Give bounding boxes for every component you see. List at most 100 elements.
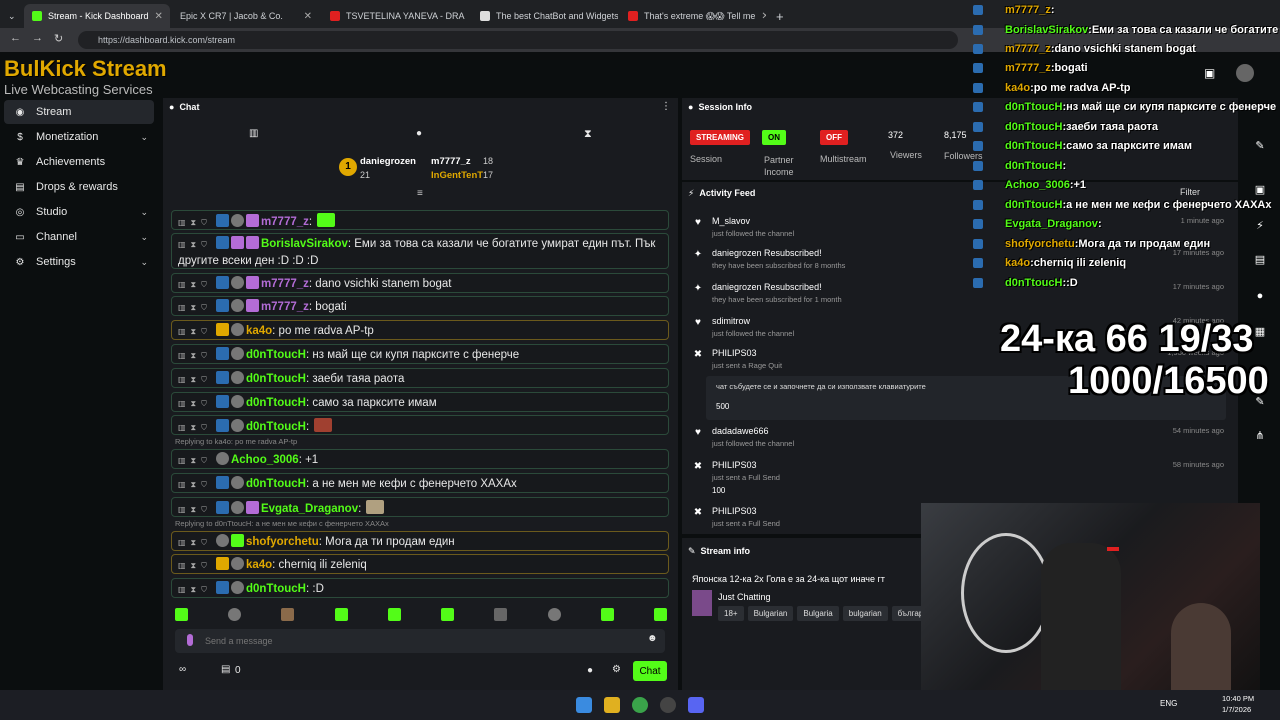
chat-username[interactable]: BorislavSirakov [261, 238, 348, 250]
tag[interactable]: Bulgaria [797, 606, 839, 621]
clock-date[interactable]: 1/7/2026 [1222, 705, 1251, 714]
chat-username[interactable]: Achoo_3006 [231, 454, 299, 466]
tab-tsvetelina[interactable]: TSVETELINA YANEVA - DRA✕ [322, 4, 470, 28]
new-tab-button[interactable]: + [768, 4, 788, 28]
infinity-icon[interactable]: ∞ [179, 664, 186, 675]
chat-message[interactable]: ▥⧗⛉ d0nTtoucH: само за парксите имам [171, 392, 669, 412]
mod-action-icons[interactable]: ▥⧗⛉ [178, 452, 212, 469]
chat-username[interactable]: m7777_z [261, 216, 309, 228]
chat-username[interactable]: d0nTtoucH [246, 373, 306, 385]
chat-username[interactable]: ka4o [246, 559, 272, 571]
emote-icon[interactable] [653, 608, 667, 621]
tab-youtube[interactable]: That's extreme 😱😱 Tell me ✕ [620, 4, 766, 28]
sidebar-item-drops[interactable]: ▤ Drops & rewards [4, 175, 154, 199]
collapse-icon[interactable]: ≡ [417, 188, 423, 199]
language-indicator[interactable]: ENG [1160, 699, 1177, 708]
chat-username[interactable]: m7777_z [261, 301, 309, 313]
mod-action-icons[interactable]: ▥⧗⛉ [178, 581, 212, 598]
emote-icon[interactable] [441, 608, 455, 621]
close-icon[interactable]: ✕ [465, 11, 470, 22]
emote-icon[interactable] [547, 608, 561, 621]
chat-username[interactable]: d0nTtoucH [246, 349, 306, 361]
tab-chatbot[interactable]: The best ChatBot and Widgets✕ [472, 4, 618, 28]
mod-action-icons[interactable]: ▥⧗⛉ [178, 236, 212, 253]
tag[interactable]: българ [891, 606, 922, 621]
emote-icon[interactable] [334, 608, 348, 621]
chat-message[interactable]: ▥⧗⛉ Evgata_Draganov: [171, 497, 669, 517]
tab-epic[interactable]: Epic X CR7 | Jacob & Co. ✕ [172, 4, 320, 28]
mod-action-icons[interactable]: ▥⧗⛉ [178, 419, 212, 436]
gift-icon[interactable]: ▤ [221, 664, 230, 675]
emote-icon[interactable] [175, 608, 188, 621]
tag[interactable]: bulgarian [842, 606, 888, 621]
chat-username[interactable]: d0nTtoucH [246, 583, 306, 595]
chat-username[interactable]: shofyorchetu [246, 536, 319, 548]
emote-icon[interactable] [494, 608, 508, 621]
sidebar-item-stream[interactable]: ◉ Stream [4, 100, 154, 124]
tag[interactable]: Bulgarian [747, 606, 794, 621]
mod-action-icons[interactable]: ▥⧗⛉ [178, 557, 212, 574]
windows-start-icon[interactable] [576, 697, 592, 713]
chat-bubble-icon[interactable]: ● [416, 128, 422, 139]
chat-message[interactable]: ▥⧗⛉ d0nTtoucH: [171, 415, 669, 435]
chat-message[interactable]: ▥⧗⛉ shofyorchetu: Мога да ти продам един [171, 531, 669, 551]
chat-message-input[interactable] [205, 633, 625, 649]
chat-username[interactable]: Evgata_Draganov [261, 503, 358, 515]
tab-menu-button[interactable]: ⌄ [0, 4, 22, 28]
more-icon[interactable]: ⋮ [661, 101, 671, 112]
share-icon[interactable]: ⋔ [1250, 426, 1270, 446]
mod-action-icons[interactable]: ▥⧗⛉ [178, 214, 212, 231]
emote-icon[interactable] [281, 608, 295, 621]
category-name[interactable]: Just Chatting [718, 592, 771, 602]
bolt-icon[interactable]: ⚡ [1250, 216, 1270, 236]
mod-action-icons[interactable]: ▥⧗⛉ [178, 501, 212, 518]
chat-bubble-icon[interactable]: ● [587, 665, 593, 676]
url-field[interactable]: https://dashboard.kick.com/stream [78, 31, 958, 49]
chat-message[interactable]: ▥⧗⛉ ka4o: po me radva AP-tp [171, 320, 669, 340]
clock-time[interactable]: 10:40 PM [1222, 694, 1254, 703]
mod-action-icons[interactable]: ▥⧗⛉ [178, 534, 212, 551]
reload-icon[interactable]: ↻ [54, 32, 63, 45]
sidebar-item-monetization[interactable]: $ Monetization ⌄ [4, 125, 154, 149]
document-icon[interactable]: ▤ [1250, 250, 1270, 270]
forward-icon[interactable]: → [32, 32, 43, 44]
close-icon[interactable]: ✕ [755, 11, 766, 22]
sidebar-item-studio[interactable]: ◎ Studio ⌄ [4, 200, 154, 224]
back-icon[interactable]: ← [10, 32, 21, 44]
mod-action-icons[interactable]: ▥⧗⛉ [178, 323, 212, 340]
hourglass-icon[interactable]: ⧗ [584, 128, 592, 141]
sidebar-item-achievements[interactable]: ♛ Achievements [4, 150, 154, 174]
mod-action-icons[interactable]: ▥⧗⛉ [178, 476, 212, 493]
chat-message[interactable]: ▥⧗⛉ m7777_z: [171, 210, 669, 230]
avatar[interactable] [1236, 64, 1254, 82]
chat-message[interactable]: ▥⧗⛉ d0nTtoucH: заеби таяа раота [171, 368, 669, 388]
chat-username[interactable]: d0nTtoucH [246, 397, 306, 409]
chrome-icon[interactable] [632, 697, 648, 713]
sidebar-item-channel[interactable]: ▭ Channel ⌄ [4, 225, 154, 249]
send-chat-button[interactable]: Chat [633, 661, 667, 681]
tag[interactable]: 18+ [718, 606, 744, 621]
chat-message[interactable]: ▥⧗⛉ m7777_z: dano vsichki stanem bogat [171, 273, 669, 293]
mod-action-icons[interactable]: ▥⧗⛉ [178, 395, 212, 412]
emoji-icon[interactable]: ☻ [647, 633, 658, 644]
chat-message[interactable]: ▥⧗⛉ m7777_z: bogati [171, 296, 669, 316]
file-explorer-icon[interactable] [604, 697, 620, 713]
chat-message[interactable]: ▥⧗⛉ BorislavSirakov: Еми за това са казал… [171, 233, 669, 269]
mod-action-icons[interactable]: ▥⧗⛉ [178, 371, 212, 388]
chat-username[interactable]: ka4o [246, 325, 272, 337]
chat-message[interactable]: ▥⧗⛉ d0nTtoucH: нз май ще си купя парксите… [171, 344, 669, 364]
chat-bubble-icon[interactable]: ● [1250, 286, 1270, 306]
pencil-icon[interactable]: ✎ [1250, 136, 1270, 156]
gear-icon[interactable]: ⚙ [612, 664, 621, 675]
tab-kick-dashboard[interactable]: Stream - Kick Dashboard ✕ [24, 4, 170, 28]
chat-message[interactable]: ▥⧗⛉ Achoo_3006: +1 [171, 449, 669, 469]
chat-username[interactable]: m7777_z [261, 278, 309, 290]
close-icon[interactable]: ✕ [149, 11, 163, 22]
emote-icon[interactable] [600, 608, 614, 621]
mod-action-icons[interactable]: ▥⧗⛉ [178, 347, 212, 364]
microphone-icon[interactable] [187, 634, 193, 646]
chat-message[interactable]: ▥⧗⛉ d0nTtoucH: :D [171, 578, 669, 598]
chat-username[interactable]: d0nTtoucH [246, 421, 306, 433]
discord-icon[interactable] [688, 697, 704, 713]
chat-message[interactable]: ▥⧗⛉ ka4o: cherniq ili zeleniq [171, 554, 669, 574]
